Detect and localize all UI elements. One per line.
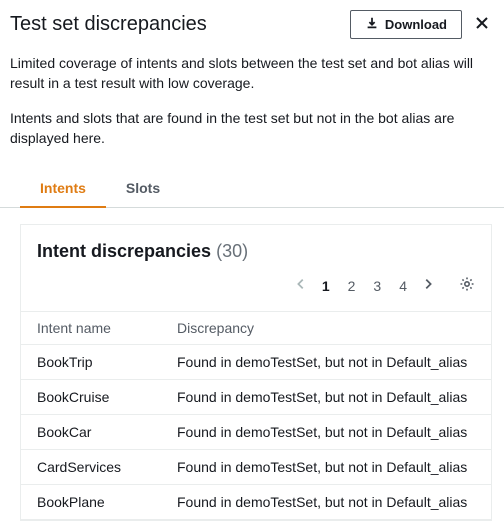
description: Limited coverage of intents and slots be… xyxy=(0,47,504,148)
tab-slots[interactable]: Slots xyxy=(106,172,180,208)
panel-header: Intent discrepancies (30) xyxy=(21,225,491,266)
col-intent-name[interactable]: Intent name xyxy=(21,312,161,345)
cell-intent: BookPlane xyxy=(21,485,161,520)
pagination: 1 2 3 4 xyxy=(290,273,439,298)
pagination-prev[interactable] xyxy=(290,273,312,298)
page-title: Test set discrepancies xyxy=(10,13,207,36)
download-label: Download xyxy=(385,17,447,32)
panel-title: Intent discrepancies (30) xyxy=(37,241,248,261)
table-settings-button[interactable] xyxy=(455,272,479,299)
description-line-2: Intents and slots that are found in the … xyxy=(10,108,492,149)
tabs: Intents Slots xyxy=(0,162,504,208)
pagination-page-4[interactable]: 4 xyxy=(391,274,415,298)
pagination-page-2[interactable]: 2 xyxy=(340,274,364,298)
panel-count: (30) xyxy=(216,241,248,261)
cell-intent: BookTrip xyxy=(21,345,161,380)
gear-icon xyxy=(459,276,475,295)
col-discrepancy[interactable]: Discrepancy xyxy=(161,312,491,345)
table-row[interactable]: BookPlane Found in demoTestSet, but not … xyxy=(21,485,491,520)
download-button[interactable]: Download xyxy=(350,10,462,39)
tab-intents[interactable]: Intents xyxy=(20,172,106,208)
pagination-next[interactable] xyxy=(417,273,439,298)
cell-discrepancy: Found in demoTestSet, but not in Default… xyxy=(161,415,491,450)
cell-intent: CardServices xyxy=(21,450,161,485)
chevron-right-icon xyxy=(421,277,435,294)
panel-toolbar: 1 2 3 4 xyxy=(21,266,491,311)
panel-title-text: Intent discrepancies xyxy=(37,241,211,261)
table-header-row: Intent name Discrepancy xyxy=(21,312,491,345)
cell-intent: BookCruise xyxy=(21,380,161,415)
pagination-page-3[interactable]: 3 xyxy=(365,274,389,298)
chevron-left-icon xyxy=(294,277,308,294)
cell-discrepancy: Found in demoTestSet, but not in Default… xyxy=(161,380,491,415)
discrepancies-table: Intent name Discrepancy BookTrip Found i… xyxy=(21,311,491,520)
table-row[interactable]: BookTrip Found in demoTestSet, but not i… xyxy=(21,345,491,380)
table-row[interactable]: BookCar Found in demoTestSet, but not in… xyxy=(21,415,491,450)
cell-discrepancy: Found in demoTestSet, but not in Default… xyxy=(161,485,491,520)
header-actions: Download xyxy=(350,10,492,39)
table-row[interactable]: BookCruise Found in demoTestSet, but not… xyxy=(21,380,491,415)
table-row[interactable]: CardServices Found in demoTestSet, but n… xyxy=(21,450,491,485)
pagination-page-1[interactable]: 1 xyxy=(314,274,338,298)
discrepancies-panel: Intent discrepancies (30) 1 2 3 4 xyxy=(20,224,492,521)
close-icon xyxy=(474,15,490,34)
modal-header: Test set discrepancies Download xyxy=(0,0,504,47)
cell-intent: BookCar xyxy=(21,415,161,450)
cell-discrepancy: Found in demoTestSet, but not in Default… xyxy=(161,345,491,380)
cell-discrepancy: Found in demoTestSet, but not in Default… xyxy=(161,450,491,485)
description-line-1: Limited coverage of intents and slots be… xyxy=(10,53,492,94)
download-icon xyxy=(365,16,379,33)
close-button[interactable] xyxy=(472,13,492,36)
